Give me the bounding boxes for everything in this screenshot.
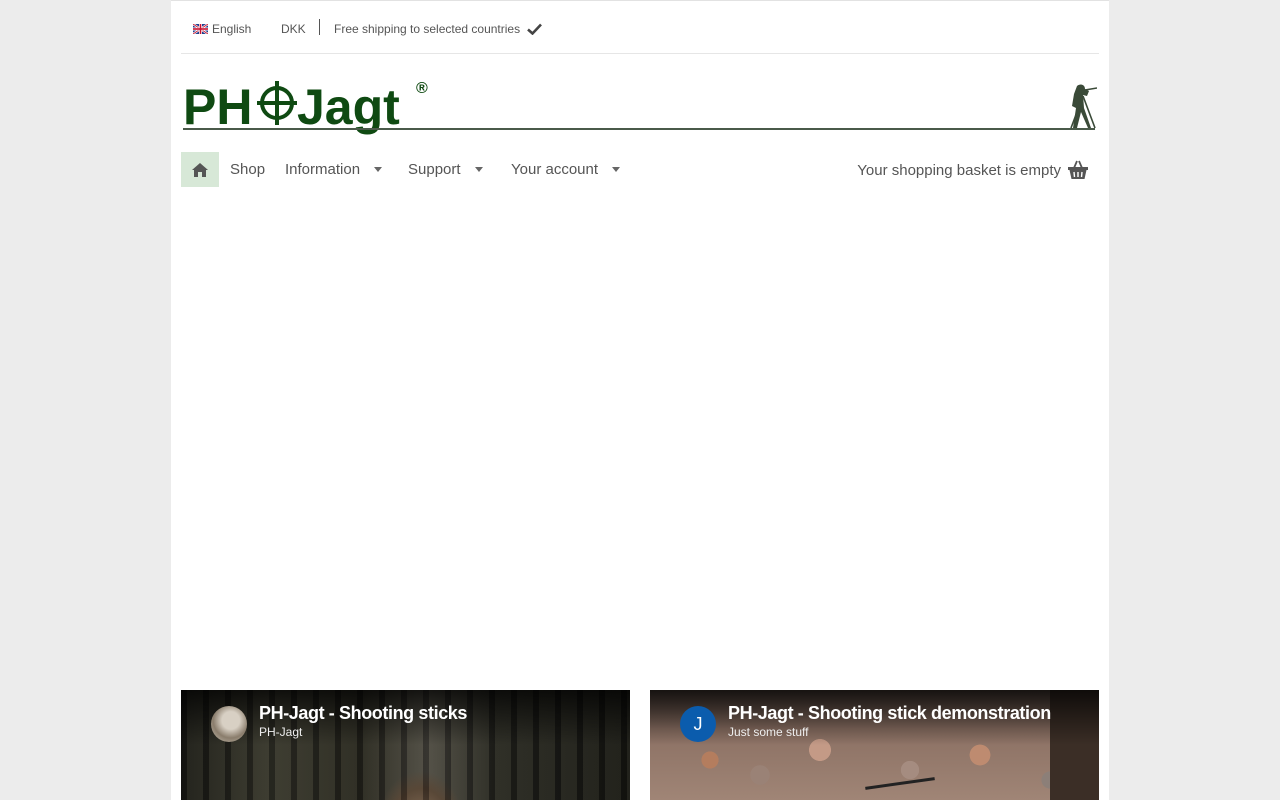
video-embed-shooting-stick-demo[interactable]: J PH-Jagt - Shooting stick demonstration… xyxy=(650,690,1099,800)
nav-your-account-label: Your account xyxy=(511,161,599,178)
nav-shop[interactable]: Shop xyxy=(230,161,265,178)
topbar-divider xyxy=(319,19,320,35)
registered-mark: ® xyxy=(416,80,428,97)
language-label: English xyxy=(212,22,252,36)
nav-information[interactable]: Information xyxy=(285,161,383,178)
video-channel[interactable]: Just some stuff xyxy=(728,725,808,739)
logo-text-ph: PH xyxy=(183,79,252,135)
nav-support[interactable]: Support xyxy=(408,161,483,178)
page-container: English DKK Free shipping to selected co… xyxy=(171,0,1109,800)
nav-shop-label: Shop xyxy=(230,161,266,178)
home-icon xyxy=(192,162,208,177)
channel-avatar[interactable]: J xyxy=(680,706,716,742)
shipping-label: Free shipping to selected countries xyxy=(334,22,521,36)
video-title[interactable]: PH-Jagt - Shooting sticks xyxy=(259,703,467,724)
caret-down-icon xyxy=(374,167,383,172)
channel-avatar[interactable] xyxy=(211,706,247,742)
hunter-silhouette-icon xyxy=(1070,84,1097,129)
nav-support-label: Support xyxy=(408,161,461,178)
basket-label: Your shopping basket is empty xyxy=(857,161,1061,179)
language-selector[interactable]: English xyxy=(193,22,251,36)
video-channel[interactable]: PH-Jagt xyxy=(259,725,302,739)
logo-underline xyxy=(183,128,1095,130)
uk-flag-icon xyxy=(193,24,208,34)
currency-selector[interactable]: DKK xyxy=(281,22,306,36)
shipping-notice: Free shipping to selected countries xyxy=(334,22,543,36)
home-button[interactable] xyxy=(181,152,219,187)
video-title[interactable]: PH-Jagt - Shooting stick demonstration xyxy=(728,703,1051,724)
caret-down-icon xyxy=(612,167,621,172)
nav-information-label: Information xyxy=(285,161,361,178)
nav-your-account[interactable]: Your account xyxy=(511,161,621,178)
top-bar: English DKK Free shipping to selected co… xyxy=(181,0,1099,54)
video-embed-shooting-sticks[interactable]: PH-Jagt - Shooting sticks PH-Jagt xyxy=(181,690,630,800)
check-icon xyxy=(527,23,543,35)
shopping-basket[interactable]: Your shopping basket is empty xyxy=(857,160,1089,180)
logo-text-jagt: Jagt xyxy=(297,79,400,135)
basket-icon xyxy=(1068,160,1088,179)
caret-down-icon xyxy=(474,167,483,172)
main-nav: Shop Information Support Your account Yo… xyxy=(181,152,1099,187)
